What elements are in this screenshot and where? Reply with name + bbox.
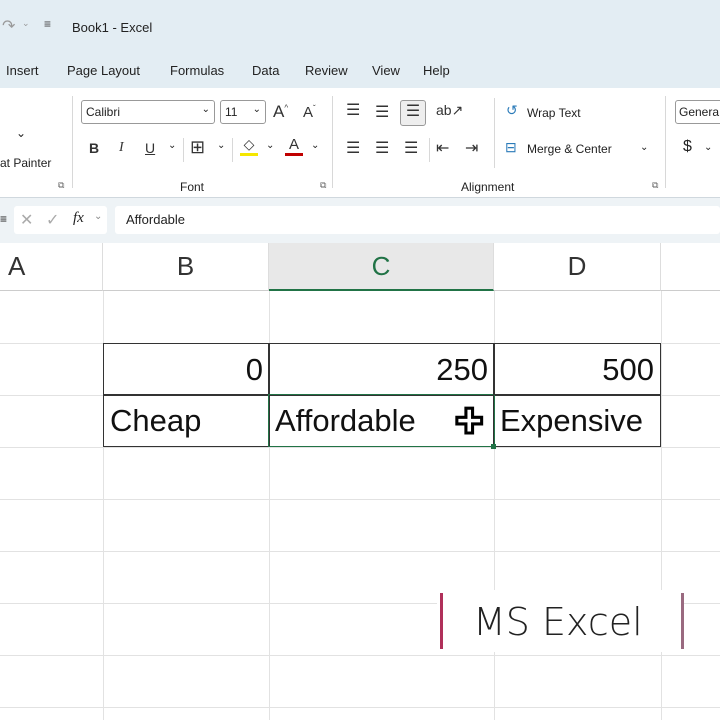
underline-dropdown-icon[interactable]: ⌄: [168, 140, 176, 151]
formula-input[interactable]: Affordable: [115, 206, 720, 234]
column-header-d[interactable]: D: [494, 243, 661, 291]
redo-icon[interactable]: ↷: [2, 16, 15, 36]
middle-align-icon[interactable]: ☰: [375, 102, 389, 122]
font-name-select[interactable]: Calibri ⌄: [81, 100, 215, 124]
cell-b4[interactable]: Cheap: [103, 394, 270, 447]
overlay-bar-left: [440, 593, 443, 649]
wrap-text-button[interactable]: Wrap Text: [527, 106, 581, 120]
enter-icon[interactable]: ✓: [46, 210, 59, 230]
clipboard-launcher-icon[interactable]: ⧉: [58, 180, 64, 191]
redo-dropdown-icon[interactable]: ⌄: [22, 18, 30, 29]
font-launcher-icon[interactable]: ⧉: [320, 180, 326, 191]
customize-quick-access-icon[interactable]: ≡: [44, 17, 51, 31]
ribbon: ⌄ at Painter ⧉ Calibri ⌄ 11 ⌄ A^ Aˇ B I U …: [0, 88, 720, 198]
title-bar: ↷ ⌄ ≡ Book1 - Excel: [0, 0, 720, 56]
column-header-e[interactable]: [661, 243, 720, 291]
chevron-down-icon: ⌄: [252, 104, 261, 115]
decrease-indent-icon[interactable]: ⇤: [436, 138, 449, 158]
borders-dropdown-icon[interactable]: ⌄: [217, 140, 225, 151]
align-left-icon[interactable]: ☰: [346, 138, 360, 158]
column-header-c[interactable]: C: [269, 243, 494, 291]
font-color-dropdown-icon[interactable]: ⌄: [311, 140, 319, 151]
window-title: Book1 - Excel: [72, 20, 153, 35]
number-format-select[interactable]: Genera: [675, 100, 720, 124]
merge-center-icon: ⊟: [505, 139, 517, 155]
cancel-icon[interactable]: ✕: [20, 210, 33, 230]
bold-icon[interactable]: B: [89, 140, 99, 156]
chevron-down-icon[interactable]: ⌄: [94, 211, 102, 222]
tab-insert[interactable]: Insert: [6, 63, 39, 78]
underline-icon[interactable]: U: [145, 140, 155, 156]
name-box-menu-icon[interactable]: ≡: [0, 212, 7, 226]
currency-button[interactable]: $: [683, 138, 692, 156]
overlay-label: MS Excel: [473, 600, 643, 644]
format-painter-button[interactable]: at Painter: [0, 156, 51, 170]
formula-bar: ≡ ✕ ✓ fx ⌄ Affordable: [0, 198, 720, 243]
align-right-icon[interactable]: ☰: [404, 138, 418, 158]
cursor-cross-icon: ✚: [454, 403, 484, 441]
tab-formulas[interactable]: Formulas: [170, 63, 224, 78]
font-group-label: Font: [180, 180, 205, 194]
cell-d3[interactable]: 500: [493, 343, 661, 396]
font-size-select[interactable]: 11 ⌄: [220, 100, 266, 124]
wrap-text-icon: ↺: [506, 102, 518, 118]
merge-dropdown-icon[interactable]: ⌄: [640, 142, 648, 153]
cell-c3[interactable]: 250: [268, 343, 495, 396]
bottom-align-icon[interactable]: ☰: [400, 100, 426, 126]
merge-center-button[interactable]: Merge & Center: [527, 142, 612, 156]
italic-icon[interactable]: I: [119, 140, 124, 156]
tab-help[interactable]: Help: [423, 63, 450, 78]
cell-d4[interactable]: Expensive: [493, 394, 661, 447]
ribbon-tabs: Insert Page Layout Formulas Data Review …: [0, 56, 720, 88]
paste-dropdown-icon[interactable]: ⌄: [16, 126, 26, 140]
currency-dropdown-icon[interactable]: ⌄: [704, 142, 712, 153]
cell-b3[interactable]: 0: [103, 343, 270, 396]
tab-data[interactable]: Data: [252, 63, 279, 78]
borders-icon[interactable]: ⊞: [190, 137, 205, 158]
chevron-down-icon: ⌄: [201, 104, 210, 115]
column-header-b[interactable]: B: [103, 243, 269, 291]
tab-review[interactable]: Review: [305, 63, 348, 78]
align-center-icon[interactable]: ☰: [375, 138, 389, 158]
decrease-font-size-icon[interactable]: Aˇ: [303, 104, 316, 121]
tab-view[interactable]: View: [372, 63, 400, 78]
fill-color-icon[interactable]: ◇: [240, 136, 258, 156]
orientation-icon[interactable]: ab↗: [436, 102, 463, 119]
increase-font-size-icon[interactable]: A^: [273, 102, 288, 122]
watermark-overlay: MS Excel: [437, 590, 684, 652]
increase-indent-icon[interactable]: ⇥: [465, 138, 478, 158]
overlay-bar-right: [681, 593, 684, 649]
fill-handle[interactable]: [491, 444, 496, 449]
alignment-launcher-icon[interactable]: ⧉: [652, 180, 658, 191]
font-color-icon[interactable]: A: [285, 136, 303, 156]
top-align-icon[interactable]: ☰: [346, 100, 360, 120]
alignment-group-label: Alignment: [461, 180, 515, 194]
fill-color-dropdown-icon[interactable]: ⌄: [266, 140, 274, 151]
insert-function-button[interactable]: fx: [73, 210, 84, 227]
column-header-a[interactable]: A: [0, 243, 103, 291]
tab-page-layout[interactable]: Page Layout: [67, 63, 140, 78]
